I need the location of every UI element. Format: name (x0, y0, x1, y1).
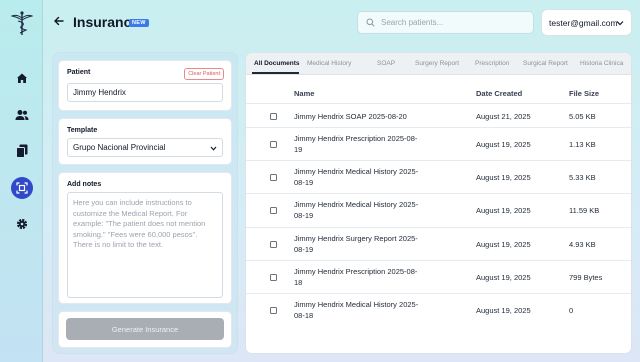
user-email: tester@gmail.com (549, 17, 618, 28)
file-size: 5.33 KB (569, 173, 596, 182)
chevron-down-icon (616, 21, 624, 26)
template-label: Template (67, 127, 98, 134)
users-icon[interactable] (12, 105, 32, 125)
generate-insurance-button[interactable]: Generate Insurance (66, 318, 224, 340)
row-checkbox[interactable] (270, 307, 277, 314)
notes-card: Add notes Here you can include instructi… (58, 172, 232, 304)
documents-icon[interactable] (12, 141, 32, 161)
documents-panel: All Documents Medical History SOAP Surge… (245, 52, 632, 354)
tab-prescription[interactable]: Prescription (475, 60, 509, 67)
sidebar (0, 0, 43, 362)
active-tab-indicator (252, 72, 299, 74)
row-checkbox[interactable] (270, 141, 277, 148)
file-name: Jimmy Hendrix SOAP 2025-08-20 (294, 112, 407, 121)
file-date: August 19, 2025 (476, 240, 531, 249)
column-header-size[interactable]: File Size (569, 89, 599, 98)
file-name: Jimmy Hendrix Medical History 2025-08-18 (294, 300, 419, 320)
file-name: Jimmy Hendrix Prescription 2025-08-18 (294, 267, 418, 287)
file-name: Jimmy Hendrix Medical History 2025-08-19 (294, 200, 419, 220)
patient-label: Patient (67, 69, 91, 76)
file-name: Jimmy Hendrix Surgery Report 2025-08-19 (294, 234, 418, 254)
table-row[interactable]: Jimmy Hendrix Surgery Report 2025-08-19 … (246, 227, 631, 260)
document-tabs: All Documents Medical History SOAP Surge… (246, 53, 631, 75)
search-input[interactable] (381, 18, 531, 27)
file-date: August 19, 2025 (476, 173, 531, 182)
file-name: Jimmy Hendrix Prescription 2025-08-19 (294, 134, 418, 154)
tab-all-documents[interactable]: All Documents (254, 60, 300, 67)
file-date: August 19, 2025 (476, 306, 531, 315)
file-name: Jimmy Hendrix Medical History 2025-08-19 (294, 167, 419, 187)
tab-medical-history[interactable]: Medical History (307, 60, 351, 67)
template-selected-value: Grupo Nacional Provincial (73, 143, 166, 152)
tab-surgical-report[interactable]: Surgical Report (523, 60, 568, 67)
file-size: 11.59 KB (569, 206, 600, 215)
column-header-name[interactable]: Name (294, 89, 314, 98)
row-checkbox[interactable] (270, 207, 277, 214)
table-row[interactable]: Jimmy Hendrix SOAP 2025-08-20 August 21,… (246, 103, 631, 127)
table-row[interactable]: Jimmy Hendrix Prescription 2025-08-19 Au… (246, 127, 631, 160)
search-icon (366, 18, 375, 27)
chevron-down-icon (210, 146, 217, 151)
template-select[interactable]: Grupo Nacional Provincial (67, 138, 223, 157)
file-size: 799 Bytes (569, 273, 603, 282)
user-menu-button[interactable]: tester@gmail.com (541, 9, 632, 36)
table-row[interactable]: Jimmy Hendrix Medical History 2025-08-19… (246, 160, 631, 193)
file-size: 0 (569, 306, 574, 315)
row-checkbox[interactable] (270, 241, 277, 248)
home-icon[interactable] (12, 68, 32, 88)
file-size: 1.13 KB (569, 140, 596, 149)
row-checkbox[interactable] (270, 274, 277, 281)
back-arrow-icon[interactable] (52, 14, 66, 28)
file-date: August 21, 2025 (476, 112, 531, 121)
notes-textarea[interactable]: Here you can include instructions to cus… (67, 192, 223, 298)
file-date: August 19, 2025 (476, 140, 531, 149)
file-date: August 19, 2025 (476, 206, 531, 215)
gear-icon[interactable] (12, 214, 32, 234)
new-badge: NEW (129, 19, 149, 27)
row-checkbox[interactable] (270, 174, 277, 181)
tab-surgery-report[interactable]: Surgery Report (415, 60, 459, 67)
patient-field[interactable]: Jimmy Hendrix (67, 83, 223, 102)
template-card: Template Grupo Nacional Provincial (58, 118, 232, 165)
patient-card: Patient Clear Patient Jimmy Hendrix (58, 60, 232, 111)
tab-historia-clinica[interactable]: Historia Clinica (580, 60, 623, 67)
scan-icon[interactable] (11, 177, 33, 199)
table-row[interactable]: Jimmy Hendrix Medical History 2025-08-19… (246, 193, 631, 227)
table-row[interactable]: Jimmy Hendrix Prescription 2025-08-18 Au… (246, 260, 631, 293)
file-date: August 19, 2025 (476, 273, 531, 282)
table-row[interactable]: Jimmy Hendrix Medical History 2025-08-18… (246, 293, 631, 327)
search-bar[interactable] (357, 11, 534, 34)
clear-patient-button[interactable]: Clear Patient (184, 68, 224, 80)
notes-label: Add notes (67, 181, 102, 188)
file-size: 4.93 KB (569, 240, 596, 249)
file-size: 5.05 KB (569, 112, 596, 121)
tab-soap[interactable]: SOAP (377, 60, 395, 67)
caduceus-logo-icon[interactable] (10, 10, 34, 36)
row-checkbox[interactable] (270, 113, 277, 120)
column-header-date[interactable]: Date Created (476, 89, 522, 98)
